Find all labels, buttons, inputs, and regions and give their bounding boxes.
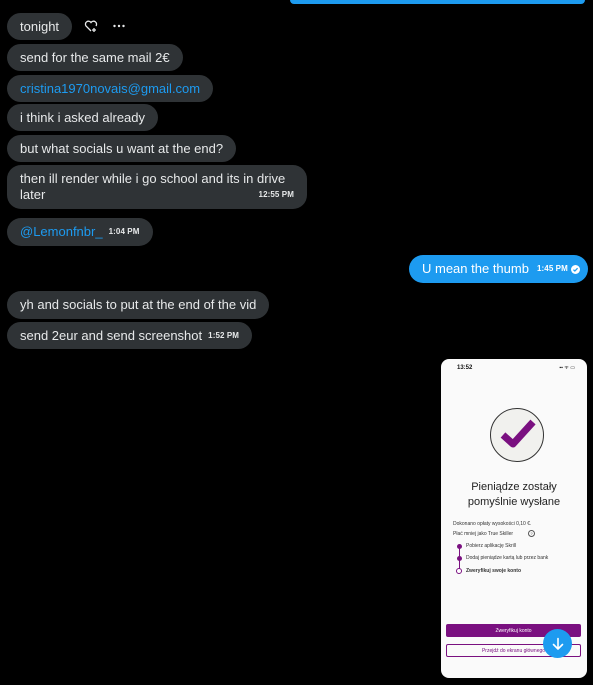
scroll-to-bottom-button[interactable] [543,629,572,658]
phone-title-line1: Pieniądze zostały [471,481,557,493]
message-text: tonight [20,18,60,34]
message-text: but what socials u want at the end? [20,140,224,156]
success-check-icon [490,408,544,462]
message-timestamp: 1:45 PM [536,264,568,273]
mention-link[interactable]: @Lemonfnbr_ [20,224,103,240]
arrow-down-icon [551,637,565,651]
message-bubble[interactable]: i think i asked already [7,104,159,131]
message-bubble-tonight[interactable]: tonight [7,13,73,40]
phone-title-line2: pomyślnie wysłane [467,496,561,508]
phone-fee-text: Dokonano opłaty wysokości 0,10 €. [453,521,532,527]
message-bubble-email[interactable]: cristina1970novais@gmail.com [7,75,214,102]
message-bubble[interactable]: send for the same mail 2€ [7,44,183,71]
message-text: send 2eur and send screenshot [20,327,203,343]
message-bubble-outgoing[interactable]: U mean the thumb 1:45 PM [409,255,588,283]
step-done-icon [457,556,462,561]
message-text: yh and socials to put at the end of the … [20,297,257,312]
phone-step3: Zweryfikuj swoje konto [466,568,522,574]
phone-pay-less-text: Płać mniej jako True Skiller [453,531,514,537]
more-icon[interactable] [112,19,126,35]
message-text-line1: then ill render while i go school and it… [20,171,286,186]
message-timestamp: 1:04 PM [108,227,140,236]
check-circle-icon [570,264,580,274]
message-text: U mean the thumb [422,261,529,276]
image-attachment-screenshot[interactable]: 13:52 ▪▪ ᯤ ▭ Pieniądze zostały pomyślnie… [441,359,587,678]
message-bubble[interactable]: yh and socials to put at the end of the … [7,291,270,319]
message-bubble[interactable]: send 2eur and send screenshot 1:52 PM [7,322,253,349]
heart-plus-icon[interactable] [84,19,98,35]
message-text: i think i asked already [20,109,146,125]
message-bubble-render[interactable]: then ill render while i go school and it… [7,165,307,209]
message-text: send for the same mail 2€ [20,49,170,65]
step-done-icon [457,544,462,549]
phone-status-time: 13:52 [457,365,473,371]
message-timestamp: 1:52 PM [208,330,240,340]
phone-step2: Dodaj pieniądze kartą lub przez bank [466,555,549,561]
step-pending-icon [456,568,462,574]
message-timestamp: 12:55 PM [258,190,294,199]
help-icon: ? [528,530,535,537]
email-link[interactable]: cristina1970novais@gmail.com [20,81,200,97]
message-bubble[interactable]: but what socials u want at the end? [7,135,237,162]
phone-status-icons: ▪▪ ᯤ ▭ [559,365,575,371]
phone-step1: Pobierz aplikację Skrill [466,543,517,549]
message-text-line2: later [20,187,46,202]
message-bubble-mention[interactable]: @Lemonfnbr_ 1:04 PM [7,218,153,246]
previous-outgoing-bubble-edge [290,0,585,4]
